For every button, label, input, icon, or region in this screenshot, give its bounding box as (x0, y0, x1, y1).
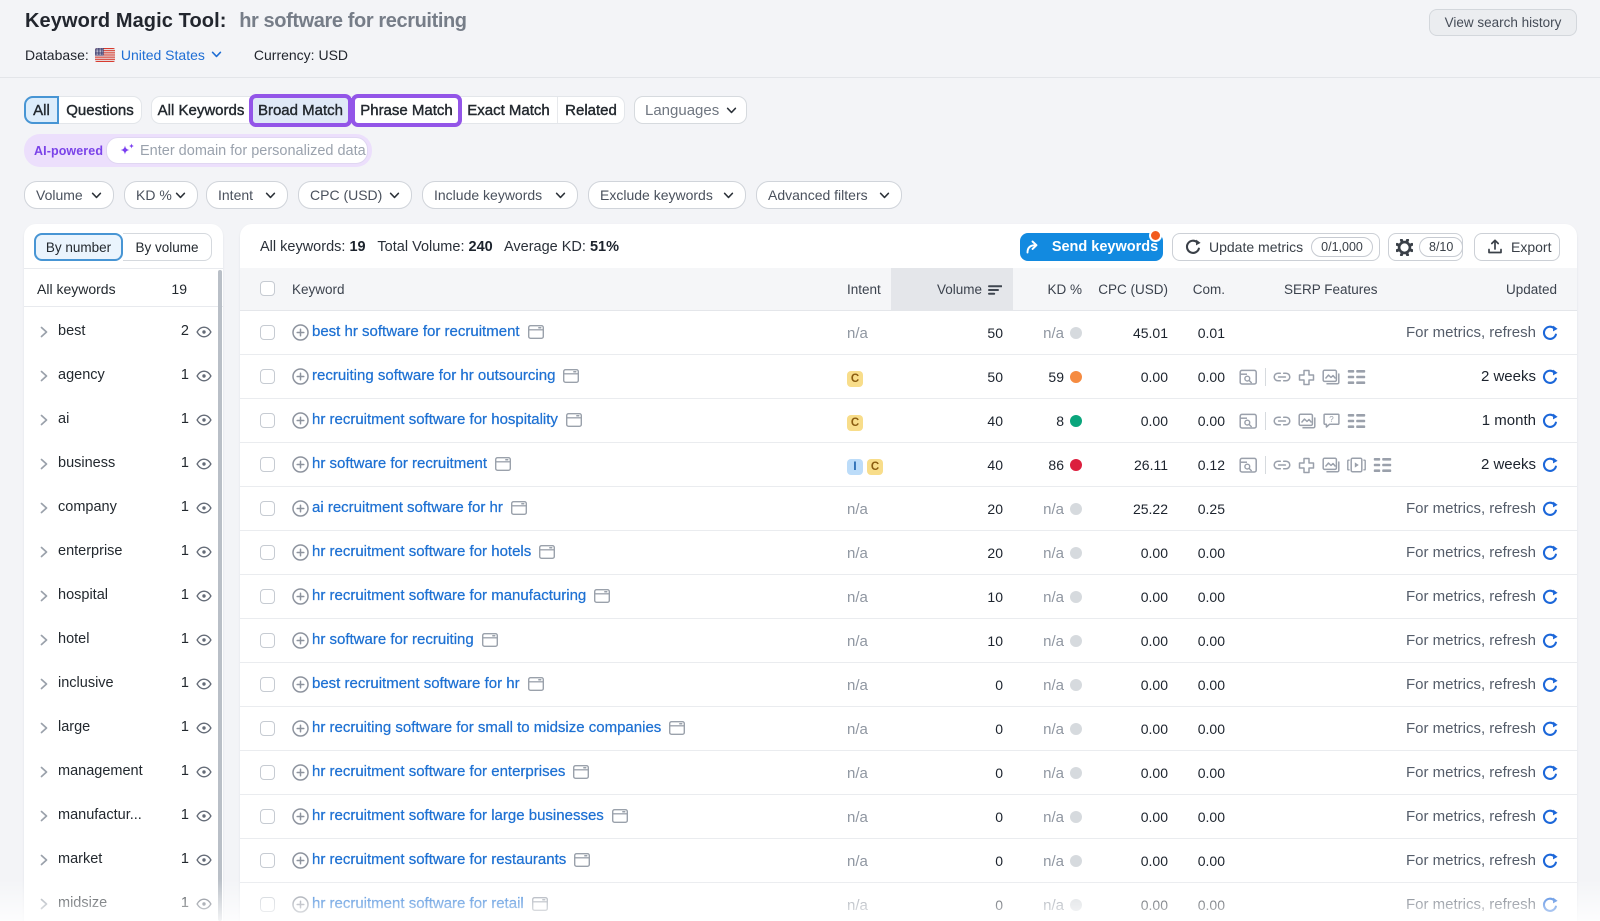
svg-text:?: ? (1329, 415, 1334, 424)
